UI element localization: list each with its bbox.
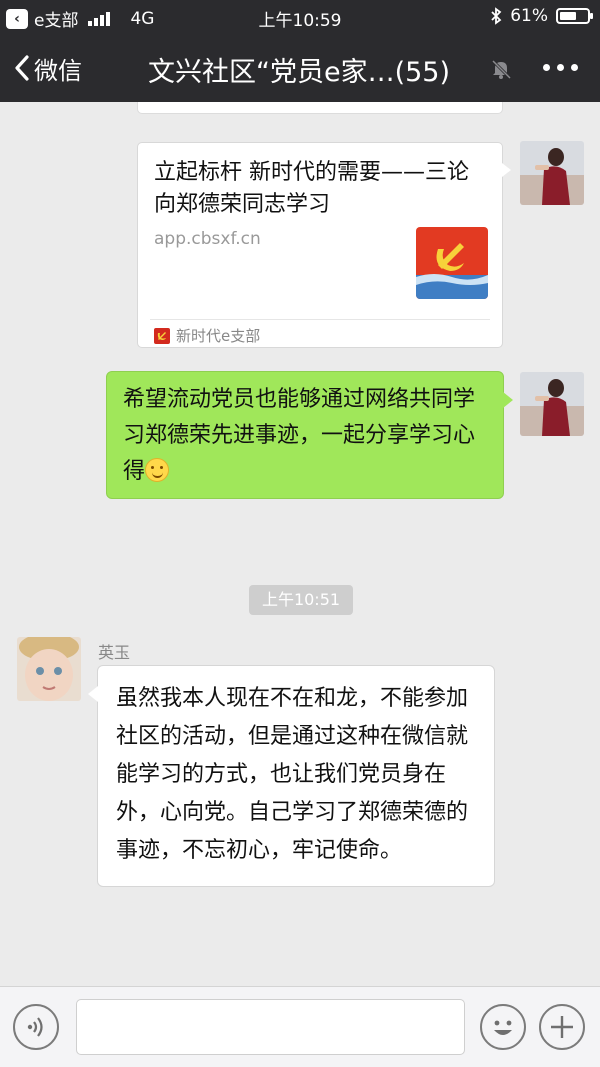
status-bar: ‹ e支部 4G 上午10:59 61% [0,0,600,34]
chat-area[interactable]: 立起标杆 新时代的需要——三论向郑德荣同志学习 app.cbsxf.cn 新时代… [0,102,600,986]
message-timestamp: 上午10:51 [249,585,353,615]
mute-bell-icon [491,59,512,80]
back-label: 微信 [34,56,82,85]
party-emblem-icon [154,327,170,344]
voice-button[interactable] [13,1004,59,1050]
plus-icon [551,1016,573,1038]
chevron-left-icon [15,55,29,81]
sender-name: 英玉 [98,643,131,662]
received-message-text: 虽然我本人现在不在和龙，不能参加社区的活动，但是通过这种在微信就能学习的方式，也… [116,686,469,863]
nav-bar: 微信 文兴社区“党员e家…(55) [0,34,600,102]
bluetooth-icon [491,7,502,25]
received-message-bubble[interactable]: 虽然我本人现在不在和龙，不能参加社区的活动，但是通过这种在微信就能学习的方式，也… [88,665,495,887]
link-card-source: 新时代e支部 [154,325,260,346]
battery-percent: 61% [510,6,548,26]
emoji-button[interactable] [480,1004,526,1050]
chat-title: 文兴社区“党员e家…(55) [148,57,451,88]
status-bar-right: 61% [490,6,593,26]
message-input[interactable] [76,999,465,1055]
battery-icon [556,8,593,24]
smiley-emoji-icon [145,458,170,482]
my-avatar[interactable] [520,372,584,436]
link-card-domain: app.cbsxf.cn [154,229,261,249]
input-bar [0,986,600,1067]
link-card-title: 立起标杆 新时代的需要——三论向郑德荣同志学习 [154,160,469,217]
voice-icon [27,1017,43,1037]
more-dots-icon[interactable] [543,64,578,71]
party-emblem-thumbnail [416,227,488,299]
sent-message-text: 希望流动党员也能够通过网络共同学习郑德荣先进事迹，一起分享学习心得 [123,387,476,484]
sent-message-bubble[interactable]: 希望流动党员也能够通过网络共同学习郑德荣先进事迹，一起分享学习心得 [106,371,513,499]
previous-card-bottom [137,102,503,114]
plus-button[interactable] [539,1004,585,1050]
sender-avatar[interactable] [17,637,81,701]
emoji-icon [494,1020,512,1035]
link-card-divider [150,319,490,320]
link-card[interactable]: 立起标杆 新时代的需要——三论向郑德荣同志学习 app.cbsxf.cn 新时代… [137,142,511,348]
link-card-source-label: 新时代e支部 [176,327,261,345]
battery-level [560,12,576,20]
back-button[interactable]: 微信 [14,48,82,88]
my-avatar[interactable] [520,141,584,205]
